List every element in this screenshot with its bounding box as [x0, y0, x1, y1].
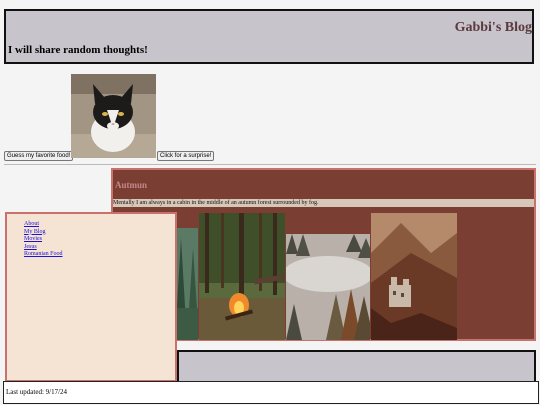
nav-link-about[interactable]: About	[24, 221, 39, 227]
nav-link-movies[interactable]: Movies	[24, 236, 42, 242]
nav-panel: About My Blog Movies Jesus Romanian Food	[5, 212, 177, 382]
nav-link-jesus[interactable]: Jesus	[24, 244, 37, 250]
nav-list: About My Blog Movies Jesus Romanian Food	[24, 221, 63, 259]
castle-photo	[371, 213, 457, 340]
divider	[4, 164, 536, 165]
blog-header: Gabbi's Blog I will share random thought…	[4, 9, 534, 64]
nav-item-romanian-food: Romanian Food	[24, 251, 63, 259]
autumn-title: Autmun	[115, 180, 148, 190]
cat-photo	[71, 74, 156, 158]
blog-title: Gabbi's Blog	[454, 20, 532, 35]
last-updated-text: Last updated: 9/17/24	[6, 388, 68, 396]
nav-item-movies: Movies	[24, 236, 63, 244]
campfire-photo	[199, 213, 285, 340]
nav-item-about: About	[24, 221, 63, 229]
blog-tagline: I will share random thoughts!	[8, 44, 148, 56]
autumn-description: Mentally I am always in a cabin in the m…	[113, 199, 534, 207]
nav-item-my-blog: My Blog	[24, 229, 63, 237]
forest-photo	[177, 228, 198, 340]
favorite-food-button[interactable]: Guess my favorite food!	[4, 151, 74, 161]
footer: Last updated: 9/17/24	[3, 381, 539, 404]
nav-link-my-blog[interactable]: My Blog	[24, 229, 46, 235]
foggy-forest-photo	[286, 234, 370, 340]
nav-item-jesus: Jesus	[24, 244, 63, 252]
surprise-button[interactable]: Click for a surprise!	[157, 151, 215, 161]
nav-link-romanian-food[interactable]: Romanian Food	[24, 251, 63, 257]
